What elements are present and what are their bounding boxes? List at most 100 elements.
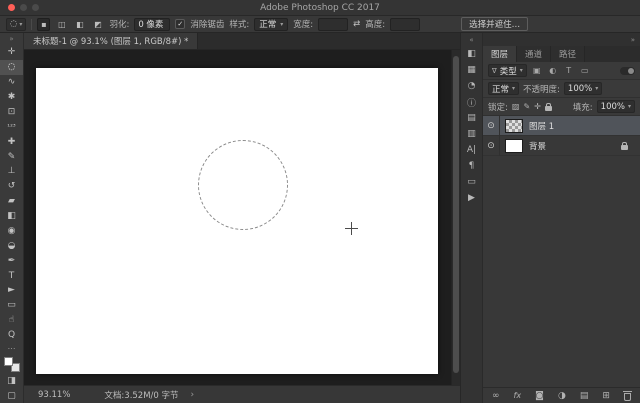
actions-panel-icon[interactable]: ▶ <box>461 190 482 206</box>
timeline-panel-icon[interactable]: ▭ <box>461 174 482 190</box>
layer-row-background[interactable]: ⊙ 背景 <box>483 135 640 156</box>
screen-mode-icon[interactable]: ▢ <box>0 388 23 403</box>
shape-tool[interactable]: ▭ <box>0 298 23 313</box>
layer-thumbnail[interactable] <box>505 138 523 153</box>
close-window-button[interactable] <box>8 4 15 11</box>
vertical-scrollbar-thumb[interactable] <box>453 56 459 373</box>
quick-selection-tool[interactable]: ✱ <box>0 90 23 105</box>
layer-row-layer-1[interactable]: ⊙ 图层 1 <box>483 116 640 136</box>
lock-all-icon[interactable] <box>544 102 552 111</box>
blur-tool[interactable]: ◉ <box>0 224 23 239</box>
history-brush-tool[interactable]: ↺ <box>0 179 23 194</box>
adjustment-layer-filter-icon[interactable]: ◐ <box>547 66 559 75</box>
canvas[interactable] <box>36 68 438 374</box>
style-dropdown[interactable]: 正常 ▾ <box>254 17 289 31</box>
window-controls <box>8 4 39 11</box>
info-panel-icon[interactable]: ⓘ <box>461 94 482 110</box>
feather-label: 羽化: <box>109 20 130 30</box>
elliptical-marquee-tool[interactable]: ◌ <box>0 59 23 75</box>
layer-thumbnail[interactable] <box>505 118 523 133</box>
histogram-panel-icon[interactable]: ▥ <box>461 126 482 142</box>
lock-transparency-icon[interactable]: ▨ <box>512 102 520 111</box>
tab-paths[interactable]: 路径 <box>551 46 586 62</box>
divider <box>31 18 33 30</box>
character-panel-icon[interactable]: A| <box>461 142 482 158</box>
type-layer-filter-icon[interactable]: T <box>563 66 575 75</box>
healing-brush-tool[interactable]: ✚ <box>0 134 23 149</box>
subtract-from-selection-button[interactable]: ◧ <box>73 18 86 31</box>
type-tool[interactable]: T <box>0 268 23 283</box>
libraries-panel-icon[interactable]: ▤ <box>461 110 482 126</box>
layers-panel-footer: ∞ fx ◙ ◑ ▤ ⊞ <box>483 387 640 403</box>
tab-layers[interactable]: 图层 <box>483 46 518 62</box>
count-tool[interactable]: ¹²³ <box>0 119 23 134</box>
lasso-tool[interactable]: ∿ <box>0 75 23 90</box>
select-and-mask-button[interactable]: 选择并遮住… <box>461 17 529 31</box>
gradient-tool[interactable]: ◧ <box>0 209 23 224</box>
link-layers-icon[interactable]: ∞ <box>492 391 500 401</box>
pixel-layer-filter-icon[interactable]: ▣ <box>531 66 543 75</box>
zoom-tool[interactable]: Q <box>0 328 23 343</box>
new-layer-icon[interactable]: ⊞ <box>602 391 610 401</box>
adjustments-panel-icon[interactable]: ◔ <box>461 78 482 94</box>
move-tool[interactable]: ✛ <box>0 45 23 60</box>
paragraph-panel-icon[interactable]: ¶ <box>461 158 482 174</box>
color-swatches[interactable] <box>3 357 20 373</box>
pen-tool[interactable]: ✒ <box>0 253 23 268</box>
tab-channels[interactable]: 通道 <box>517 46 552 62</box>
eraser-tool[interactable]: ▰ <box>0 194 23 209</box>
foreground-color-swatch[interactable] <box>3 357 13 367</box>
lock-pixels-icon[interactable]: ✎ <box>523 102 530 111</box>
vertical-scrollbar[interactable] <box>451 50 460 385</box>
delete-layer-icon[interactable] <box>623 390 632 401</box>
path-selection-tool[interactable]: ► <box>0 283 23 298</box>
visibility-eye-icon[interactable]: ⊙ <box>483 135 500 156</box>
intersect-selection-button[interactable]: ◩ <box>91 18 104 31</box>
document-tab[interactable]: 未标题-1 @ 93.1% (图层 1, RGB/8#) * <box>24 33 199 49</box>
adjustment-layer-icon[interactable]: ◑ <box>558 391 566 401</box>
antialias-checkbox[interactable]: ✓ <box>175 19 186 29</box>
visibility-eye-icon[interactable]: ⊙ <box>483 116 500 136</box>
zoom-window-button[interactable] <box>32 4 39 11</box>
color-panel-icon[interactable]: ◧ <box>461 46 482 62</box>
opacity-value: 100% <box>567 83 593 94</box>
layer-name[interactable]: 背景 <box>529 140 546 152</box>
width-input[interactable] <box>318 17 349 31</box>
shape-layer-filter-icon[interactable]: ▭ <box>579 66 591 75</box>
layer-mask-icon[interactable]: ◙ <box>535 391 544 401</box>
minimize-window-button[interactable] <box>20 4 27 11</box>
feather-input[interactable]: 0 像素 <box>134 17 171 31</box>
brush-tool[interactable]: ✎ <box>0 149 23 164</box>
quick-mask-icon[interactable]: ◨ <box>0 373 23 388</box>
blend-mode-dropdown[interactable]: 正常 ▾ <box>488 82 520 95</box>
toolbar-collapse-icon[interactable]: » <box>0 33 23 45</box>
fill-dropdown[interactable]: 100% ▾ <box>596 100 635 113</box>
swatches-panel-icon[interactable]: ▦ <box>461 62 482 78</box>
opacity-dropdown[interactable]: 100% ▾ <box>563 82 603 95</box>
new-selection-button[interactable]: ▪ <box>37 17 51 31</box>
filter-toggle-knob <box>628 67 634 74</box>
layer-style-icon[interactable]: fx <box>514 391 522 400</box>
layer-name[interactable]: 图层 1 <box>529 120 554 132</box>
edit-toolbar-icon[interactable]: ⋯ <box>0 343 23 355</box>
tool-options-bar: ◌ ▾ ▪ ◫ ◧ ◩ 羽化: 0 像素 ✓ 消除锯齿 样式: 正常 ▾ 宽度:… <box>0 16 640 33</box>
swap-dimensions-icon[interactable]: ⇄ <box>353 19 360 29</box>
height-input[interactable] <box>390 17 421 31</box>
dodge-tool[interactable]: ◒ <box>0 238 23 253</box>
lock-position-icon[interactable]: ✛ <box>534 102 541 111</box>
canvas-area[interactable] <box>24 50 460 385</box>
expand-panels-icon[interactable]: « <box>469 35 473 46</box>
tool-preset-picker[interactable]: ◌ ▾ <box>6 17 27 31</box>
hand-tool[interactable]: ☝ <box>0 313 23 328</box>
filter-kind-dropdown[interactable]: ∇ 类型 ▾ <box>488 64 527 77</box>
zoom-level-field[interactable]: 93.11% <box>38 390 70 400</box>
add-to-selection-button[interactable]: ◫ <box>55 18 68 31</box>
elliptical-selection-marquee[interactable] <box>198 140 288 230</box>
status-menu-chevron-icon[interactable]: › <box>191 390 195 400</box>
new-group-icon[interactable]: ▤ <box>580 391 589 401</box>
crop-tool[interactable]: ⊡ <box>0 105 23 120</box>
chevron-down-icon: ▾ <box>595 85 599 92</box>
clone-stamp-tool[interactable]: ⊥ <box>0 164 23 179</box>
collapse-dock-icon[interactable]: » <box>631 36 635 44</box>
filter-toggle-switch[interactable] <box>620 66 635 75</box>
